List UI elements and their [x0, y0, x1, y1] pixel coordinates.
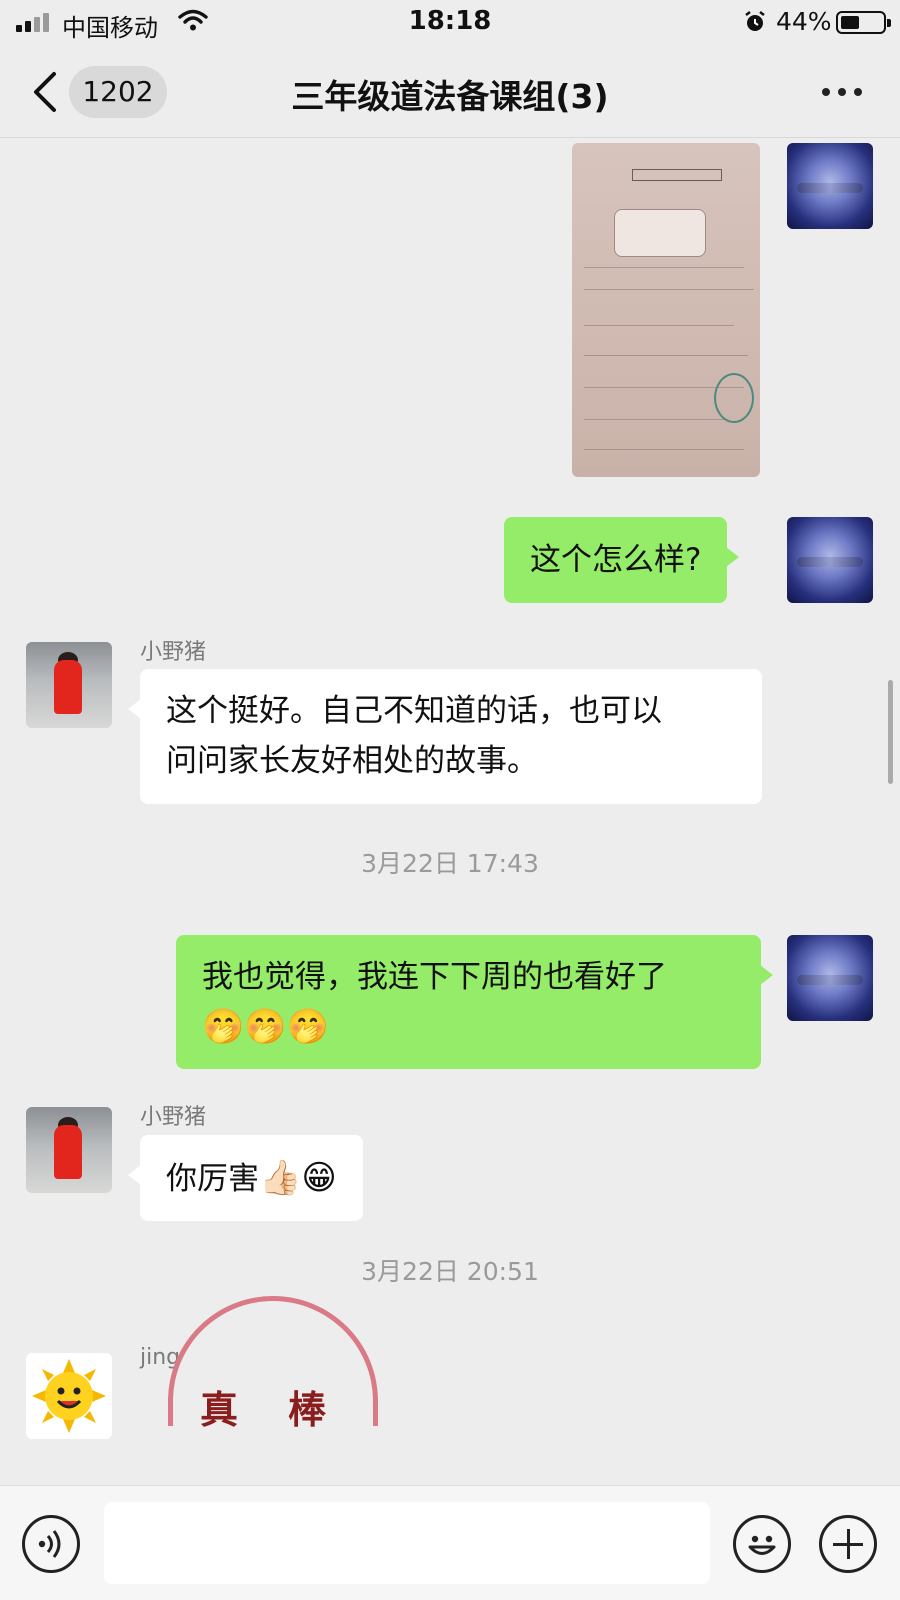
message-text-line-2: 问问家长友好相处的故事。	[166, 743, 538, 779]
avatar-self[interactable]	[787, 517, 873, 603]
message-text: 你厉害	[166, 1161, 259, 1197]
timestamp: 3月22日 17:43	[361, 849, 539, 878]
scrollbar[interactable]	[888, 680, 893, 784]
sender-name: 小野猪	[140, 1105, 207, 1130]
plus-icon[interactable]	[819, 1515, 877, 1573]
emoji-icon[interactable]	[733, 1515, 791, 1573]
message-bubble[interactable]: 我也觉得，我连下下周的也看好了 🤭🤭🤭	[176, 935, 773, 1069]
avatar-xiaoyezhu[interactable]	[26, 1107, 112, 1193]
timestamp: 3月22日 20:51	[361, 1257, 539, 1286]
status-bar: 中国移动 18:18 44%	[0, 0, 900, 46]
sticker-face	[168, 1296, 378, 1426]
message-text-line-1: 我也觉得，我连下下周的也看好了	[202, 959, 667, 995]
image-message[interactable]	[572, 143, 760, 477]
avatar-jing[interactable]	[26, 1353, 112, 1439]
chat-title: 三年级道法备课组(3)	[291, 77, 609, 116]
message-input[interactable]	[104, 1502, 710, 1584]
message-emoji: 🤭🤭🤭	[202, 1007, 330, 1047]
avatar-xiaoyezhu[interactable]	[26, 642, 112, 728]
message-bubble[interactable]: 你厉害👍🏻😁	[128, 1135, 363, 1221]
sun-icon	[32, 1359, 106, 1433]
more-icon[interactable]	[822, 88, 862, 96]
avatar-self[interactable]	[787, 143, 873, 229]
message-text: 这个怎么样?	[530, 542, 702, 578]
nav-bar: 1202 三年级道法备课组(3)	[0, 46, 900, 138]
battery-percent: 44%	[776, 7, 832, 36]
message-text-line-1: 这个挺好。自己不知道的话，也可以	[166, 693, 662, 729]
chat-message-list[interactable]: 这个怎么样? 小野猪 这个挺好。自己不知道的话，也可以 问问家长友好相处的故事。…	[0, 139, 900, 1485]
battery-icon	[836, 11, 891, 34]
message-bubble[interactable]: 这个怎么样?	[504, 517, 740, 603]
message-emoji: 👍🏻😁	[259, 1158, 337, 1198]
alarm-icon	[745, 11, 765, 31]
input-bar	[0, 1485, 900, 1600]
avatar-self[interactable]	[787, 935, 873, 1021]
voice-icon[interactable]	[22, 1515, 80, 1573]
sender-name: 小野猪	[140, 640, 207, 665]
message-bubble[interactable]: 这个挺好。自己不知道的话，也可以 问问家长友好相处的故事。	[128, 669, 762, 804]
